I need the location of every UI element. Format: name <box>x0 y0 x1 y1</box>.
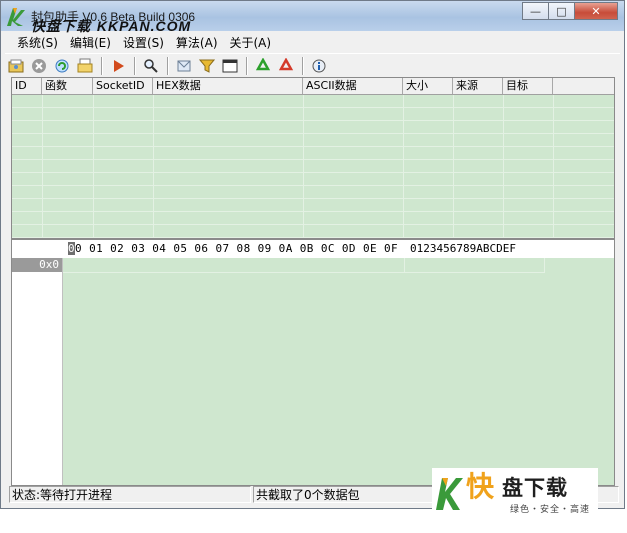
toolbar-separator <box>101 57 103 75</box>
toolbar-separator <box>167 57 169 75</box>
column-hex-data[interactable]: HEX数据 <box>153 78 303 94</box>
close-button[interactable]: ✕ <box>574 2 618 20</box>
toolbar <box>5 53 620 78</box>
search-icon[interactable] <box>140 55 162 77</box>
toolbar-separator <box>134 57 136 75</box>
hex-cursor: 0 <box>68 242 76 255</box>
send-icon[interactable] <box>173 55 195 77</box>
hex-address-gutter <box>12 258 63 485</box>
brand-watermark: 快 盘下载 绿色・安全・高速 <box>432 468 598 518</box>
recycle-red-icon[interactable] <box>275 55 297 77</box>
app-logo-icon <box>7 8 25 26</box>
recycle-green-icon[interactable] <box>252 55 274 77</box>
packet-list-header: ID 函数 SocketID HEX数据 ASCII数据 大小 来源 目标 <box>12 78 614 95</box>
brand-slogan: 绿色・安全・高速 <box>510 505 591 515</box>
brand-glyph: 快 <box>466 470 495 503</box>
title-bar[interactable]: 封包助手 V0.6 Beta Build 0306 快盘下载 KKPAN.COM… <box>1 1 624 35</box>
toolbar-separator <box>246 57 248 75</box>
menu-about[interactable]: 关于(A) <box>224 34 278 51</box>
hex-view[interactable]: 00 01 02 03 04 05 06 07 08 09 0A 0B 0C 0… <box>11 239 615 486</box>
stop-icon[interactable] <box>28 55 50 77</box>
brand-logo-icon <box>436 478 463 510</box>
column-source[interactable]: 来源 <box>453 78 503 94</box>
menu-settings[interactable]: 设置(S) <box>117 34 170 51</box>
hex-row-divider <box>63 272 545 273</box>
hex-header: 00 01 02 03 04 05 06 07 08 09 0A 0B 0C 0… <box>12 240 614 258</box>
filter-icon[interactable] <box>196 55 218 77</box>
maximize-button[interactable]: □ <box>548 2 574 20</box>
hex-column-labels: 00 01 02 03 04 05 06 07 08 09 0A 0B 0C 0… <box>68 242 398 255</box>
folder-icon[interactable] <box>74 55 96 77</box>
hex-row-end <box>544 258 545 272</box>
column-target[interactable]: 目标 <box>503 78 553 94</box>
app-window: 封包助手 V0.6 Beta Build 0306 快盘下载 KKPAN.COM… <box>0 0 625 509</box>
toolbar-separator <box>302 57 304 75</box>
column-id[interactable]: ID <box>12 78 42 94</box>
menu-algorithm[interactable]: 算法(A) <box>170 34 224 51</box>
column-ascii-data[interactable]: ASCII数据 <box>303 78 403 94</box>
menu-edit[interactable]: 编辑(E) <box>64 34 117 51</box>
hex-address: 0x0 <box>12 258 62 272</box>
open-icon[interactable] <box>5 55 27 77</box>
hex-offsets: 0 01 02 03 04 05 06 07 08 09 0A 0B 0C 0D… <box>75 242 399 255</box>
hex-ascii-divider <box>404 258 405 272</box>
info-icon[interactable] <box>308 55 330 77</box>
menu-bar: 系统(S) 编辑(E) 设置(S) 算法(A) 关于(A) <box>1 32 624 52</box>
hex-ascii-header: 0123456789ABCDEF <box>410 242 516 255</box>
play-icon[interactable] <box>107 55 129 77</box>
column-size[interactable]: 大小 <box>403 78 453 94</box>
minimize-button[interactable]: — <box>522 2 548 20</box>
refresh-icon[interactable] <box>51 55 73 77</box>
packet-list-body <box>12 95 614 238</box>
window-icon[interactable] <box>219 55 241 77</box>
brand-name: 盘下载 <box>502 476 568 500</box>
column-function[interactable]: 函数 <box>42 78 93 94</box>
status-process: 状态:等待打开进程 <box>9 486 251 503</box>
menu-system[interactable]: 系统(S) <box>1 34 64 51</box>
column-socket-id[interactable]: SocketID <box>93 78 153 94</box>
window-controls: — □ ✕ <box>522 2 618 20</box>
packet-list[interactable]: ID 函数 SocketID HEX数据 ASCII数据 大小 来源 目标 <box>11 77 615 239</box>
